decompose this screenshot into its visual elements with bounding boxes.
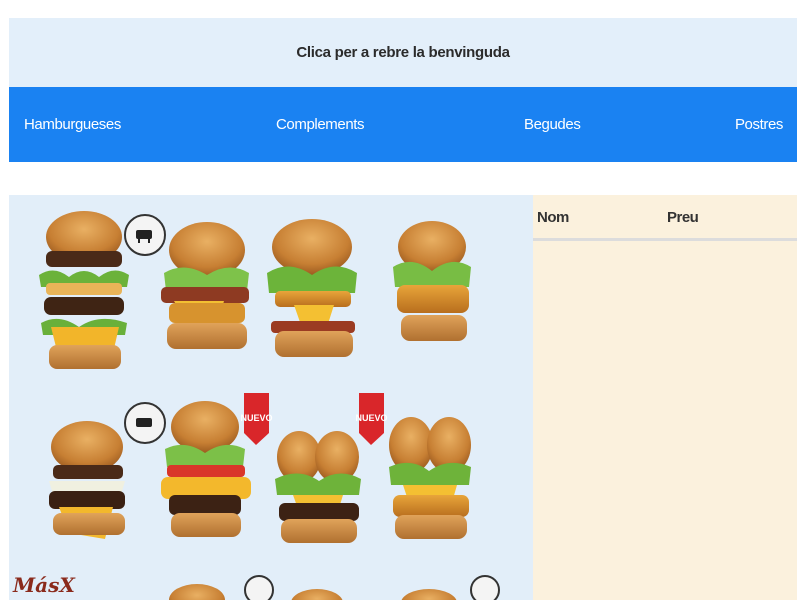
masx-logo: MásX — [13, 573, 75, 597]
svg-text:NUEVO: NUEVO — [355, 413, 387, 423]
column-header-price: Preu — [667, 209, 699, 226]
burger-row3-3 — [401, 589, 457, 600]
column-header-name: Nom — [537, 209, 569, 226]
nav-item-begudes[interactable]: Begudes — [524, 87, 581, 162]
burger-bacon-cheese — [161, 222, 249, 349]
svg-text:NUEVO: NUEVO — [240, 413, 272, 423]
burger-onion-double — [49, 421, 125, 539]
burger-chicken-cheese — [389, 417, 471, 539]
burger-collage: NUEVO NUEVO — [39, 211, 500, 600]
beef-badge-icon — [244, 575, 274, 600]
order-table: Nom Preu — [533, 195, 797, 600]
burger-tomato-cheese — [161, 401, 251, 537]
nuevo-badge-icon: NUEVO — [355, 393, 388, 445]
burger-double-bun — [275, 431, 361, 543]
beef-badge-icon — [470, 575, 500, 600]
nuevo-badge-icon: NUEVO — [240, 393, 273, 445]
burger-row3-2 — [291, 589, 343, 600]
burger-big-double — [39, 211, 129, 369]
beef-badge-icon — [124, 214, 166, 256]
order-table-header: Nom Preu — [533, 195, 797, 241]
main-nav: Hamburgueses Complements Begudes Postres — [9, 87, 797, 162]
welcome-button[interactable]: Clica per a rebre la benvinguda — [9, 18, 797, 87]
beef-badge-icon — [124, 402, 166, 444]
burger-row3-1 — [169, 584, 225, 600]
nav-item-postres[interactable]: Postres — [735, 87, 783, 162]
nav-item-hamburgueses[interactable]: Hamburgueses — [24, 87, 121, 162]
burger-menu-image: NUEVO NUEVO MásX — [9, 195, 533, 600]
welcome-label: Clica per a rebre la benvinguda — [296, 44, 510, 61]
burger-crispy-chicken — [393, 221, 471, 341]
nav-item-complements[interactable]: Complements — [276, 87, 365, 162]
burger-crispy-bacon — [267, 219, 357, 357]
